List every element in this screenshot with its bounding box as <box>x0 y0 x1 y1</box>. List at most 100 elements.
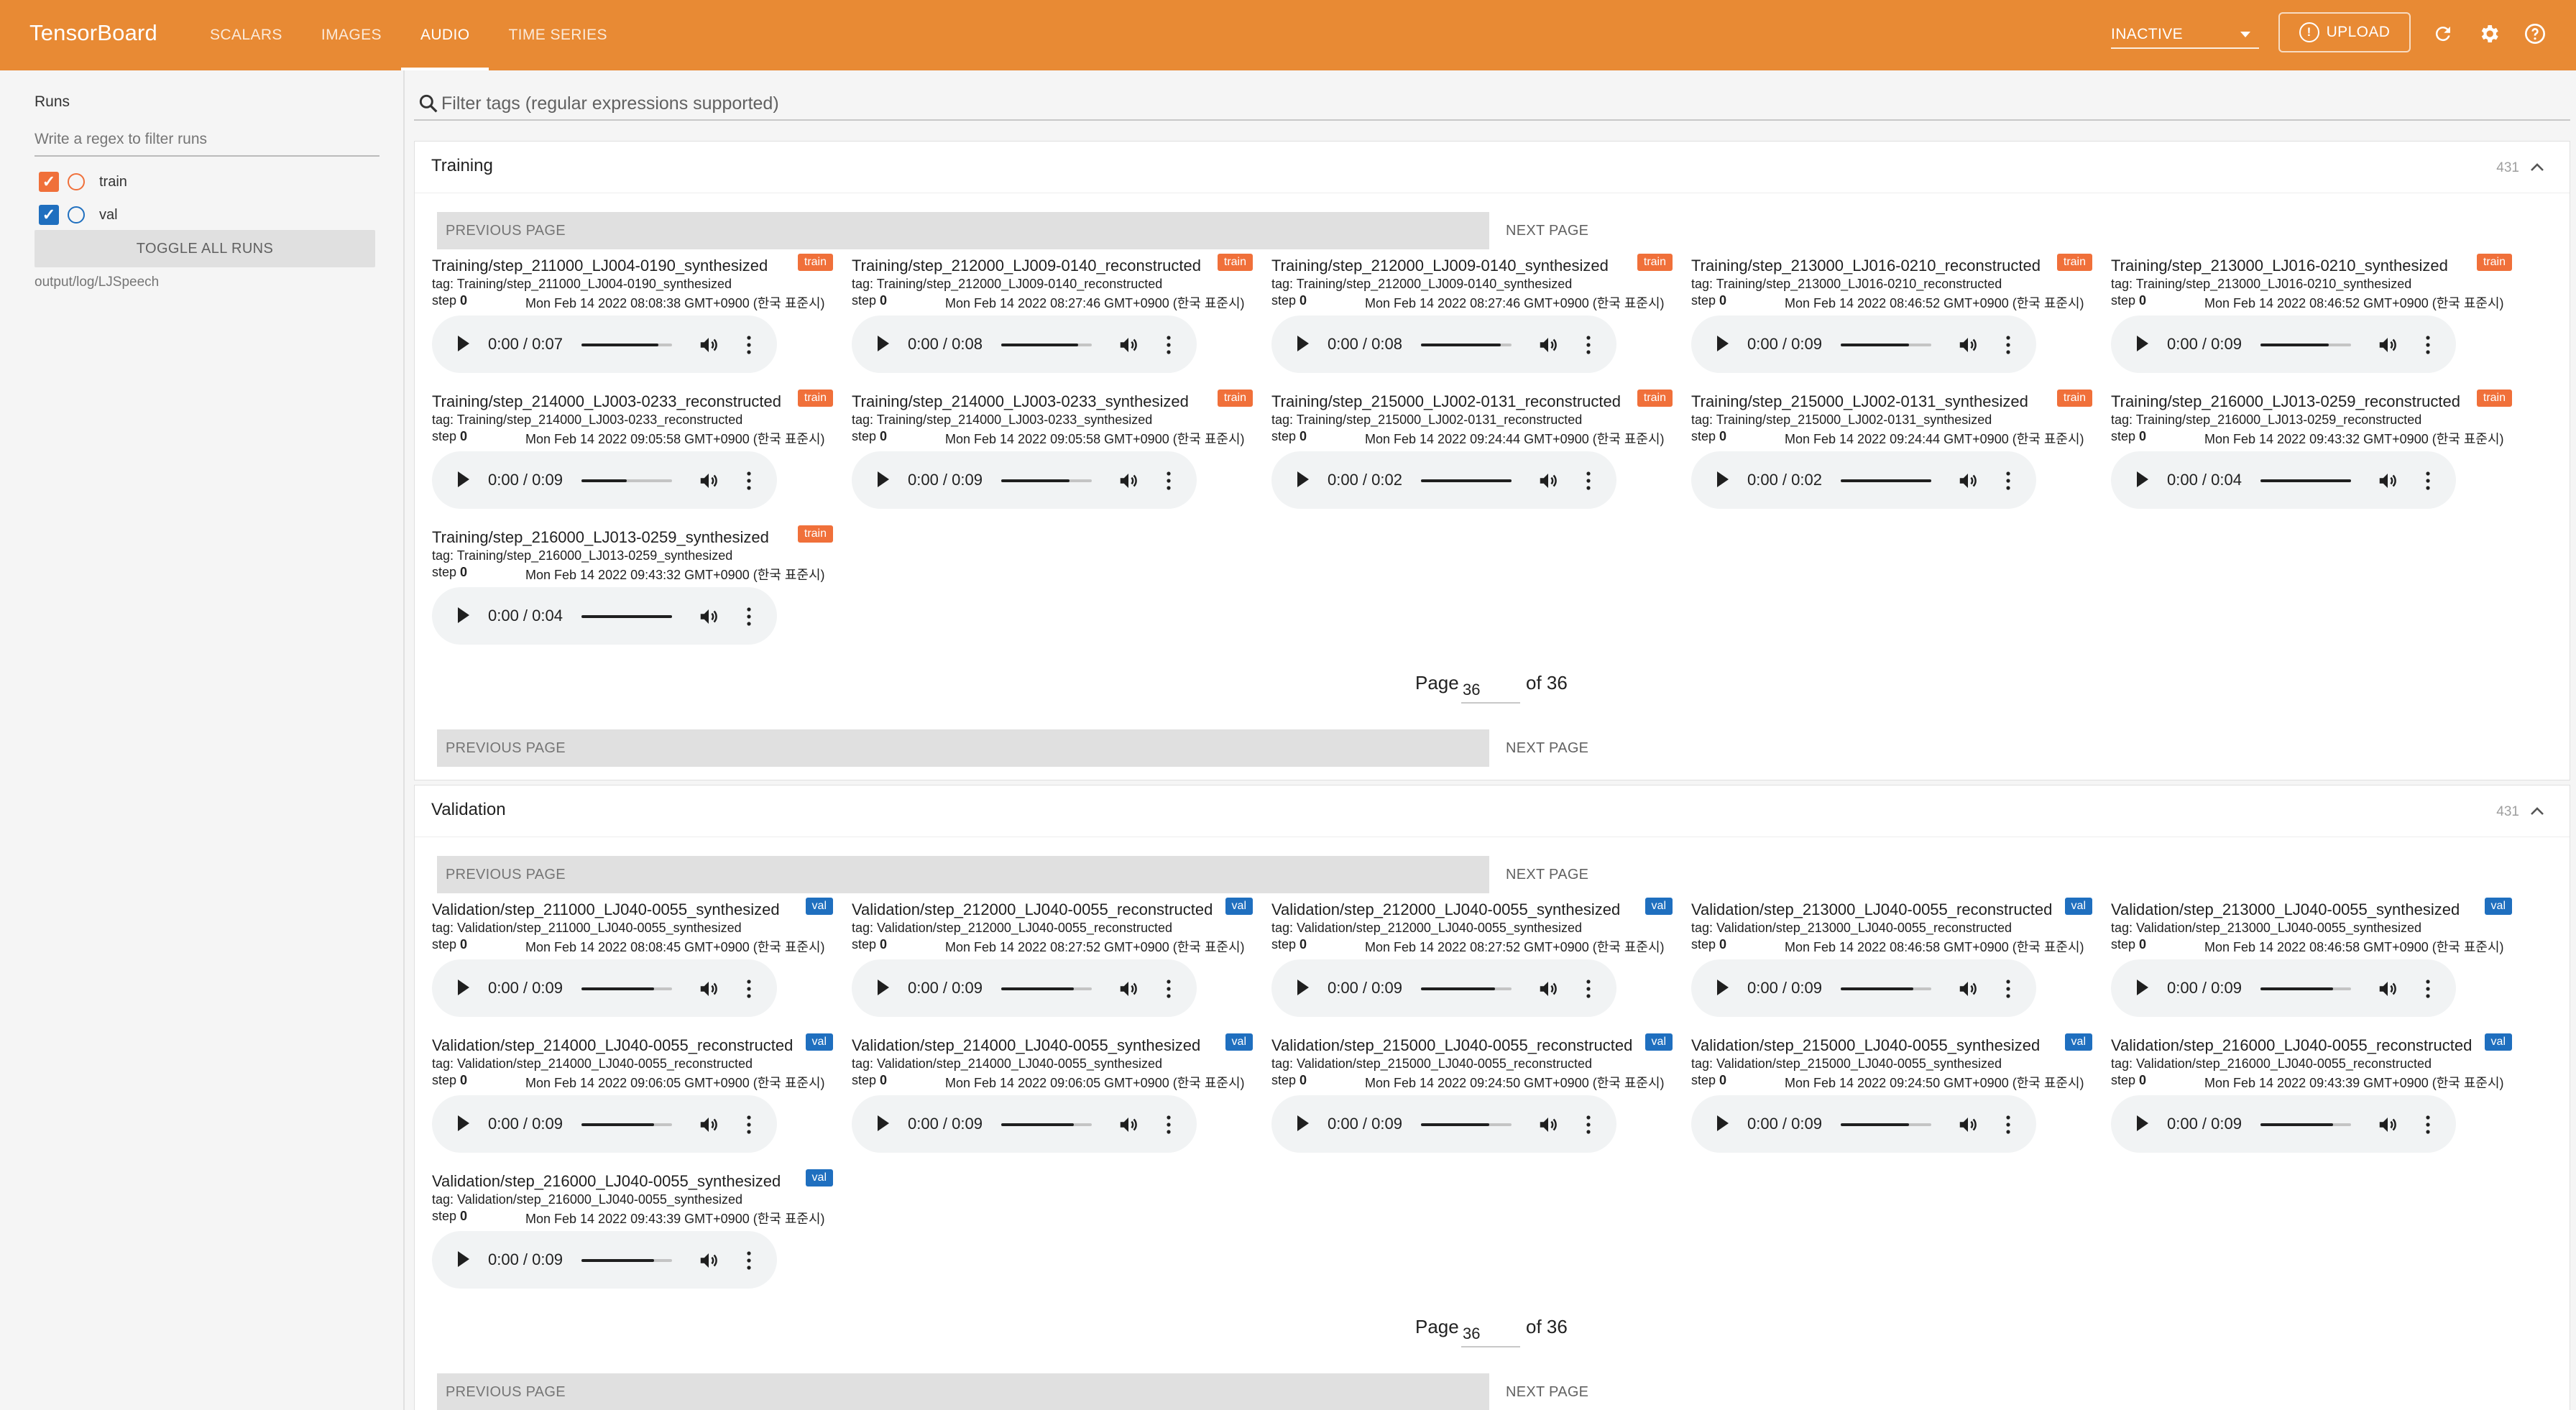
volume-icon[interactable] <box>1537 978 1559 1000</box>
next-page-button[interactable]: NEXT PAGE <box>1506 729 1588 767</box>
more-options-icon[interactable] <box>745 606 753 627</box>
audio-player[interactable]: 0:00 / 0:09 <box>432 1095 777 1153</box>
more-options-icon[interactable] <box>745 1250 753 1271</box>
page-number-input[interactable]: 36 <box>1461 678 1520 704</box>
play-icon[interactable] <box>2137 471 2148 487</box>
previous-page-button[interactable]: PREVIOUS PAGE <box>437 212 1489 249</box>
progress-slider[interactable] <box>581 344 672 346</box>
progress-slider[interactable] <box>1421 344 1512 346</box>
play-icon[interactable] <box>458 336 469 351</box>
audio-player[interactable]: 0:00 / 0:02 <box>1271 451 1616 509</box>
more-options-icon[interactable] <box>1585 1114 1592 1135</box>
play-icon[interactable] <box>878 336 889 351</box>
next-page-button[interactable]: NEXT PAGE <box>1506 1373 1588 1410</box>
audio-player[interactable]: 0:00 / 0:07 <box>432 315 777 373</box>
progress-slider[interactable] <box>581 987 672 990</box>
audio-player[interactable]: 0:00 / 0:09 <box>2111 315 2456 373</box>
play-icon[interactable] <box>878 471 889 487</box>
volume-icon[interactable] <box>698 1250 719 1271</box>
more-options-icon[interactable] <box>1165 1114 1172 1135</box>
volume-icon[interactable] <box>1537 470 1559 492</box>
tag-filter[interactable]: Filter tags (regular expressions support… <box>414 88 2570 121</box>
volume-icon[interactable] <box>1957 334 1979 356</box>
audio-player[interactable]: 0:00 / 0:04 <box>2111 451 2456 509</box>
play-icon[interactable] <box>2137 980 2148 995</box>
more-options-icon[interactable] <box>1165 470 1172 492</box>
toggle-all-runs-button[interactable]: TOGGLE ALL RUNS <box>34 230 375 267</box>
audio-player[interactable]: 0:00 / 0:09 <box>1691 315 2036 373</box>
more-options-icon[interactable] <box>745 978 753 1000</box>
play-icon[interactable] <box>1297 1115 1309 1131</box>
volume-icon[interactable] <box>1537 334 1559 356</box>
group-header[interactable]: Training 431 <box>415 142 2570 193</box>
volume-icon[interactable] <box>1118 470 1139 492</box>
progress-slider[interactable] <box>1001 479 1092 482</box>
volume-icon[interactable] <box>1118 1114 1139 1135</box>
tab-scalars[interactable]: SCALARS <box>190 0 302 70</box>
play-icon[interactable] <box>1297 471 1309 487</box>
volume-icon[interactable] <box>698 606 719 627</box>
progress-slider[interactable] <box>1001 1123 1092 1126</box>
progress-slider[interactable] <box>2260 1123 2351 1126</box>
audio-player[interactable]: 0:00 / 0:09 <box>2111 959 2456 1017</box>
more-options-icon[interactable] <box>745 470 753 492</box>
more-options-icon[interactable] <box>2424 334 2432 356</box>
help-icon[interactable] <box>2521 20 2549 47</box>
tab-audio[interactable]: AUDIO <box>400 0 489 70</box>
more-options-icon[interactable] <box>745 1114 753 1135</box>
play-icon[interactable] <box>2137 1115 2148 1131</box>
volume-icon[interactable] <box>2377 1114 2398 1135</box>
inactive-plugins-select[interactable]: INACTIVE <box>2111 19 2259 49</box>
progress-slider[interactable] <box>1001 987 1092 990</box>
audio-player[interactable]: 0:00 / 0:09 <box>432 451 777 509</box>
play-icon[interactable] <box>458 1115 469 1131</box>
audio-player[interactable]: 0:00 / 0:09 <box>1691 1095 2036 1153</box>
volume-icon[interactable] <box>1957 1114 1979 1135</box>
checkbox-checked-icon[interactable]: ✓ <box>39 205 59 225</box>
volume-icon[interactable] <box>2377 978 2398 1000</box>
next-page-button[interactable]: NEXT PAGE <box>1506 212 1588 249</box>
audio-player[interactable]: 0:00 / 0:09 <box>852 451 1197 509</box>
run-regex-input[interactable]: Write a regex to filter runs <box>34 128 380 157</box>
audio-player[interactable]: 0:00 / 0:09 <box>852 1095 1197 1153</box>
volume-icon[interactable] <box>1537 1114 1559 1135</box>
progress-slider[interactable] <box>1421 1123 1512 1126</box>
refresh-icon[interactable] <box>2429 20 2457 47</box>
progress-slider[interactable] <box>581 479 672 482</box>
progress-slider[interactable] <box>2260 987 2351 990</box>
volume-icon[interactable] <box>2377 470 2398 492</box>
previous-page-button[interactable]: PREVIOUS PAGE <box>437 856 1489 893</box>
more-options-icon[interactable] <box>745 334 753 356</box>
play-icon[interactable] <box>1297 980 1309 995</box>
previous-page-button[interactable]: PREVIOUS PAGE <box>437 1373 1489 1410</box>
audio-player[interactable]: 0:00 / 0:09 <box>2111 1095 2456 1153</box>
audio-player[interactable]: 0:00 / 0:09 <box>432 959 777 1017</box>
progress-slider[interactable] <box>1421 479 1512 482</box>
tab-time-series[interactable]: TIME SERIES <box>489 0 626 70</box>
more-options-icon[interactable] <box>1165 978 1172 1000</box>
run-row-train[interactable]: ✓ train <box>39 170 127 194</box>
more-options-icon[interactable] <box>2424 470 2432 492</box>
next-page-button[interactable]: NEXT PAGE <box>1506 856 1588 893</box>
play-icon[interactable] <box>1717 471 1729 487</box>
audio-player[interactable]: 0:00 / 0:08 <box>852 315 1197 373</box>
progress-slider[interactable] <box>581 1123 672 1126</box>
run-row-val[interactable]: ✓ val <box>39 203 118 227</box>
progress-slider[interactable] <box>581 1259 672 1262</box>
checkbox-checked-icon[interactable]: ✓ <box>39 172 59 192</box>
more-options-icon[interactable] <box>1585 334 1592 356</box>
progress-slider[interactable] <box>1841 479 1931 482</box>
progress-slider[interactable] <box>1841 344 1931 346</box>
volume-icon[interactable] <box>1957 470 1979 492</box>
volume-icon[interactable] <box>1118 978 1139 1000</box>
progress-slider[interactable] <box>2260 344 2351 346</box>
group-header[interactable]: Validation 431 <box>415 785 2570 837</box>
audio-player[interactable]: 0:00 / 0:09 <box>1691 959 2036 1017</box>
upload-button[interactable]: ! UPLOAD <box>2278 12 2411 52</box>
play-icon[interactable] <box>1717 336 1729 351</box>
audio-player[interactable]: 0:00 / 0:04 <box>432 587 777 645</box>
audio-player[interactable]: 0:00 / 0:09 <box>1271 959 1616 1017</box>
progress-slider[interactable] <box>581 615 672 618</box>
more-options-icon[interactable] <box>2005 334 2012 356</box>
play-icon[interactable] <box>2137 336 2148 351</box>
